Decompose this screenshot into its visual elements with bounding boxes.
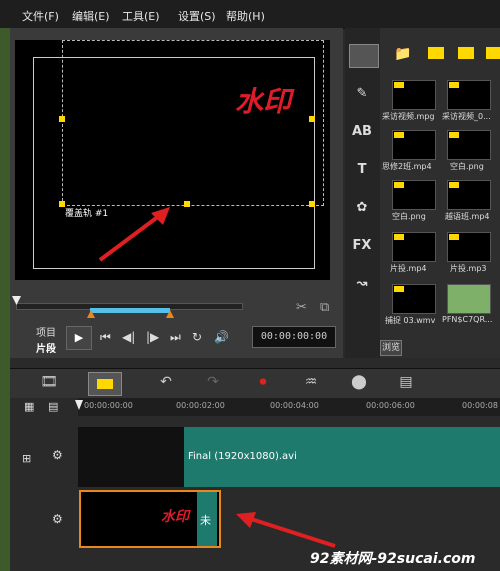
menu-edit[interactable]: 编辑(E) xyxy=(72,8,110,24)
play-button[interactable]: ▶ xyxy=(66,326,92,350)
graphic-icon[interactable]: ✿ xyxy=(352,200,372,218)
track-manager-icon[interactable]: ▤ xyxy=(48,400,58,413)
library-item-label: 捕捉 03.wmv xyxy=(385,316,436,325)
tick-label: 00:00:08 xyxy=(462,401,498,410)
source-watermark: 92素材网-92sucai.com xyxy=(310,551,476,567)
storyboard-view-icon[interactable]: 🎞 xyxy=(38,374,60,392)
library-thumbnail[interactable] xyxy=(447,80,491,110)
library-item-label: 片投.mp4 xyxy=(390,264,427,273)
timeline-view-button[interactable] xyxy=(88,372,122,396)
resize-handle[interactable] xyxy=(309,116,315,122)
library-thumbnail[interactable] xyxy=(447,284,491,314)
library-thumbnail[interactable] xyxy=(392,284,436,314)
tick-label: 00:00:02:00 xyxy=(176,401,225,410)
library-item-label: 越语班.mp4 xyxy=(445,212,490,221)
subtitle-editor-icon[interactable]: ▤ xyxy=(395,374,417,392)
overlay-track-icon[interactable]: ⚙ xyxy=(52,512,63,526)
timecode-display[interactable]: 00:00:00:00 xyxy=(252,326,336,348)
go-to-end-icon[interactable]: ⏭ xyxy=(170,330,181,345)
enlarge-icon[interactable]: ⧉ xyxy=(320,300,329,315)
show-audio-icon[interactable] xyxy=(486,47,500,59)
tick-label: 00:00:06:00 xyxy=(366,401,415,410)
video-clip[interactable]: Final (1920x1080).avi xyxy=(184,427,500,487)
folder-icon[interactable]: 📁 xyxy=(394,46,411,62)
transition-icon[interactable]: AB xyxy=(352,124,372,142)
next-frame-icon[interactable]: |▶ xyxy=(146,330,159,344)
menu-settings[interactable]: 设置(S) xyxy=(178,8,216,24)
overlay-clip-tail: 未 xyxy=(197,492,217,546)
trim-range[interactable] xyxy=(90,308,170,313)
scissors-icon[interactable]: ✂ xyxy=(296,300,307,315)
resize-handle[interactable] xyxy=(59,116,65,122)
menu-file[interactable]: 文件(F) xyxy=(22,8,59,24)
resize-handle[interactable] xyxy=(184,201,190,207)
previous-frame-icon[interactable]: ◀| xyxy=(122,330,135,344)
track-header-panel xyxy=(10,398,78,571)
library-item-label: PFN$C7QR... xyxy=(442,315,493,324)
clip-mode-label[interactable]: 片段 xyxy=(36,340,56,355)
library-thumbnail[interactable] xyxy=(392,232,436,262)
library-item-label: 空白.png xyxy=(392,212,426,221)
library-item-label: 思修2班.mp4 xyxy=(382,162,432,171)
redo-icon[interactable]: ↷ xyxy=(202,374,224,392)
menu-bar: 文件(F) 编辑(E) 工具(E) 设置(S) 帮助(H) xyxy=(0,0,500,29)
library-thumbnail[interactable] xyxy=(447,130,491,160)
show-all-tracks-icon[interactable]: ▦ xyxy=(24,400,34,413)
library-thumbnail[interactable] xyxy=(392,80,436,110)
title-icon[interactable]: T xyxy=(352,162,372,180)
go-to-start-icon[interactable]: ⏮ xyxy=(100,330,111,345)
audio-mixer-icon[interactable]: ♒ xyxy=(300,374,322,392)
library-item-label: 采访视频.mpg xyxy=(382,112,435,121)
library-thumbnail[interactable] xyxy=(447,232,491,262)
undo-icon[interactable]: ↶ xyxy=(155,374,177,392)
show-photo-icon[interactable] xyxy=(458,47,474,59)
library-item-label: 空白.png xyxy=(450,162,484,171)
ripple-edit-icon[interactable]: ⊞ xyxy=(22,452,31,465)
record-capture-icon[interactable]: ⏺ xyxy=(252,374,274,392)
menu-tools[interactable]: 工具(E) xyxy=(122,8,160,24)
instant-project-icon[interactable]: ✎ xyxy=(352,86,372,104)
tick-label: 00:00:00:00 xyxy=(84,401,133,410)
repeat-icon[interactable]: ↻ xyxy=(192,330,202,344)
red-arrow-icon xyxy=(236,512,336,548)
preview-screen[interactable]: 水印 覆盖轨 #1 xyxy=(15,40,330,280)
library-sidebar xyxy=(345,28,380,358)
library-thumbnail[interactable] xyxy=(447,180,491,210)
watermark-text: 水印 xyxy=(235,85,292,118)
desktop-edge xyxy=(0,28,10,571)
library-item-label: 片投.mp3 xyxy=(450,264,487,273)
clip-filename: Final (1920x1080).avi xyxy=(188,451,297,462)
browse-button[interactable]: 浏览 xyxy=(380,340,402,356)
library-thumbnail[interactable] xyxy=(392,180,436,210)
auto-music-icon[interactable]: ⬤ xyxy=(348,374,370,392)
menu-help[interactable]: 帮助(H) xyxy=(226,8,265,24)
resize-handle[interactable] xyxy=(309,201,315,207)
filter-fx-icon[interactable]: FX xyxy=(352,238,372,256)
video-track-icon[interactable]: ⚙ xyxy=(52,448,63,462)
tick-label: 00:00:04:00 xyxy=(270,401,319,410)
red-arrow-icon xyxy=(98,207,170,262)
library-thumbnail[interactable] xyxy=(392,130,436,160)
volume-icon[interactable]: 🔊 xyxy=(214,330,229,344)
overlay-clip-tail-label: 未 xyxy=(200,514,211,527)
overlay-clip-watermark: 水印 xyxy=(161,509,189,525)
media-tab-icon[interactable] xyxy=(349,44,379,68)
project-mode-label[interactable]: 项目 xyxy=(36,324,56,339)
show-video-icon[interactable] xyxy=(428,47,444,59)
library-item-label: 采访视频_0... xyxy=(442,112,491,121)
path-icon[interactable]: ↝ xyxy=(352,276,372,294)
